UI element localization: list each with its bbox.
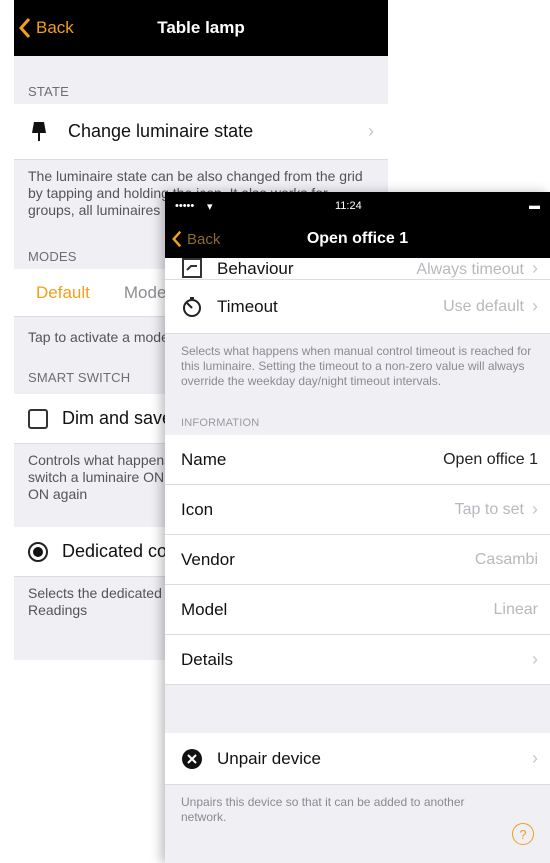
info-value: Casambi — [474, 550, 538, 568]
chevron-right-icon: › — [532, 748, 538, 768]
info-label: Model — [181, 599, 228, 619]
behaviour-label: Behaviour — [217, 259, 294, 278]
chevron-left-icon — [18, 18, 31, 38]
info-label: Icon — [181, 499, 214, 519]
wifi-icon: ▾ — [207, 201, 213, 213]
back-button[interactable]: Back — [171, 220, 220, 258]
timeout-label: Timeout — [217, 296, 278, 316]
unpair-footnote: Unpairs this device so that it can be ad… — [181, 795, 465, 824]
behaviour-row[interactable]: Behaviour Always timeout › — [165, 258, 550, 280]
timeout-value: Use default — [443, 297, 524, 315]
unpair-device-row[interactable]: Unpair device › — [165, 733, 550, 785]
status-time: 11:24 — [335, 200, 362, 212]
info-row-name: Name Open office 1 — [165, 435, 550, 485]
section-header-state: STATE — [28, 84, 69, 99]
unpair-label: Unpair device — [217, 748, 321, 768]
unpair-icon — [181, 748, 203, 770]
status-bar: ••••• ▾ 11:24 ▬ — [165, 192, 550, 220]
chevron-right-icon: › — [532, 296, 538, 316]
dedicated-radio[interactable] — [28, 541, 48, 562]
section-header-information: INFORMATION — [181, 417, 260, 429]
chevron-right-icon: › — [532, 649, 538, 669]
dim-and-save-checkbox[interactable] — [28, 408, 48, 429]
info-label: Details — [181, 649, 233, 669]
timeout-footnote: Selects what happens when manual control… — [181, 344, 532, 388]
behaviour-icon — [181, 258, 203, 279]
open-office-screen: ••••• ▾ 11:24 ▬ Back Open office 1 Behav… — [165, 192, 550, 863]
back-label: Back — [36, 18, 74, 37]
timer-icon — [181, 296, 203, 318]
back-button[interactable]: Back — [18, 0, 74, 56]
info-row-details[interactable]: Details › — [165, 635, 550, 685]
chevron-right-icon: › — [532, 499, 538, 519]
info-label: Vendor — [181, 549, 235, 569]
back-label: Back — [187, 230, 221, 248]
info-label: Name — [181, 449, 227, 469]
info-row-icon[interactable]: Icon Tap to set › — [165, 485, 550, 535]
timeout-row[interactable]: Timeout Use default › — [165, 280, 550, 334]
navigation-bar: Back Open office 1 — [165, 220, 550, 258]
change-state-row[interactable]: Change luminaire state › — [14, 104, 388, 160]
info-row-vendor: Vendor Casambi — [165, 535, 550, 585]
chevron-left-icon — [172, 230, 182, 248]
battery-icon: ▬ — [529, 200, 540, 212]
lamp-icon — [28, 121, 50, 143]
info-value: Tap to set — [454, 500, 524, 518]
info-value: Open office 1 — [443, 450, 538, 468]
chevron-right-icon: › — [532, 258, 538, 278]
chevron-right-icon: › — [368, 121, 374, 141]
help-icon[interactable]: ? — [512, 823, 534, 845]
tab-default[interactable]: Default — [36, 283, 90, 303]
navigation-bar: Back Table lamp — [14, 0, 388, 56]
info-row-model: Model Linear — [165, 585, 550, 635]
info-value: Linear — [493, 600, 538, 618]
page-title: Open office 1 — [306, 230, 409, 247]
behaviour-value: Always timeout — [416, 261, 524, 278]
change-state-label: Change luminaire state — [68, 121, 254, 141]
signal-indicator: ••••• — [175, 200, 195, 212]
